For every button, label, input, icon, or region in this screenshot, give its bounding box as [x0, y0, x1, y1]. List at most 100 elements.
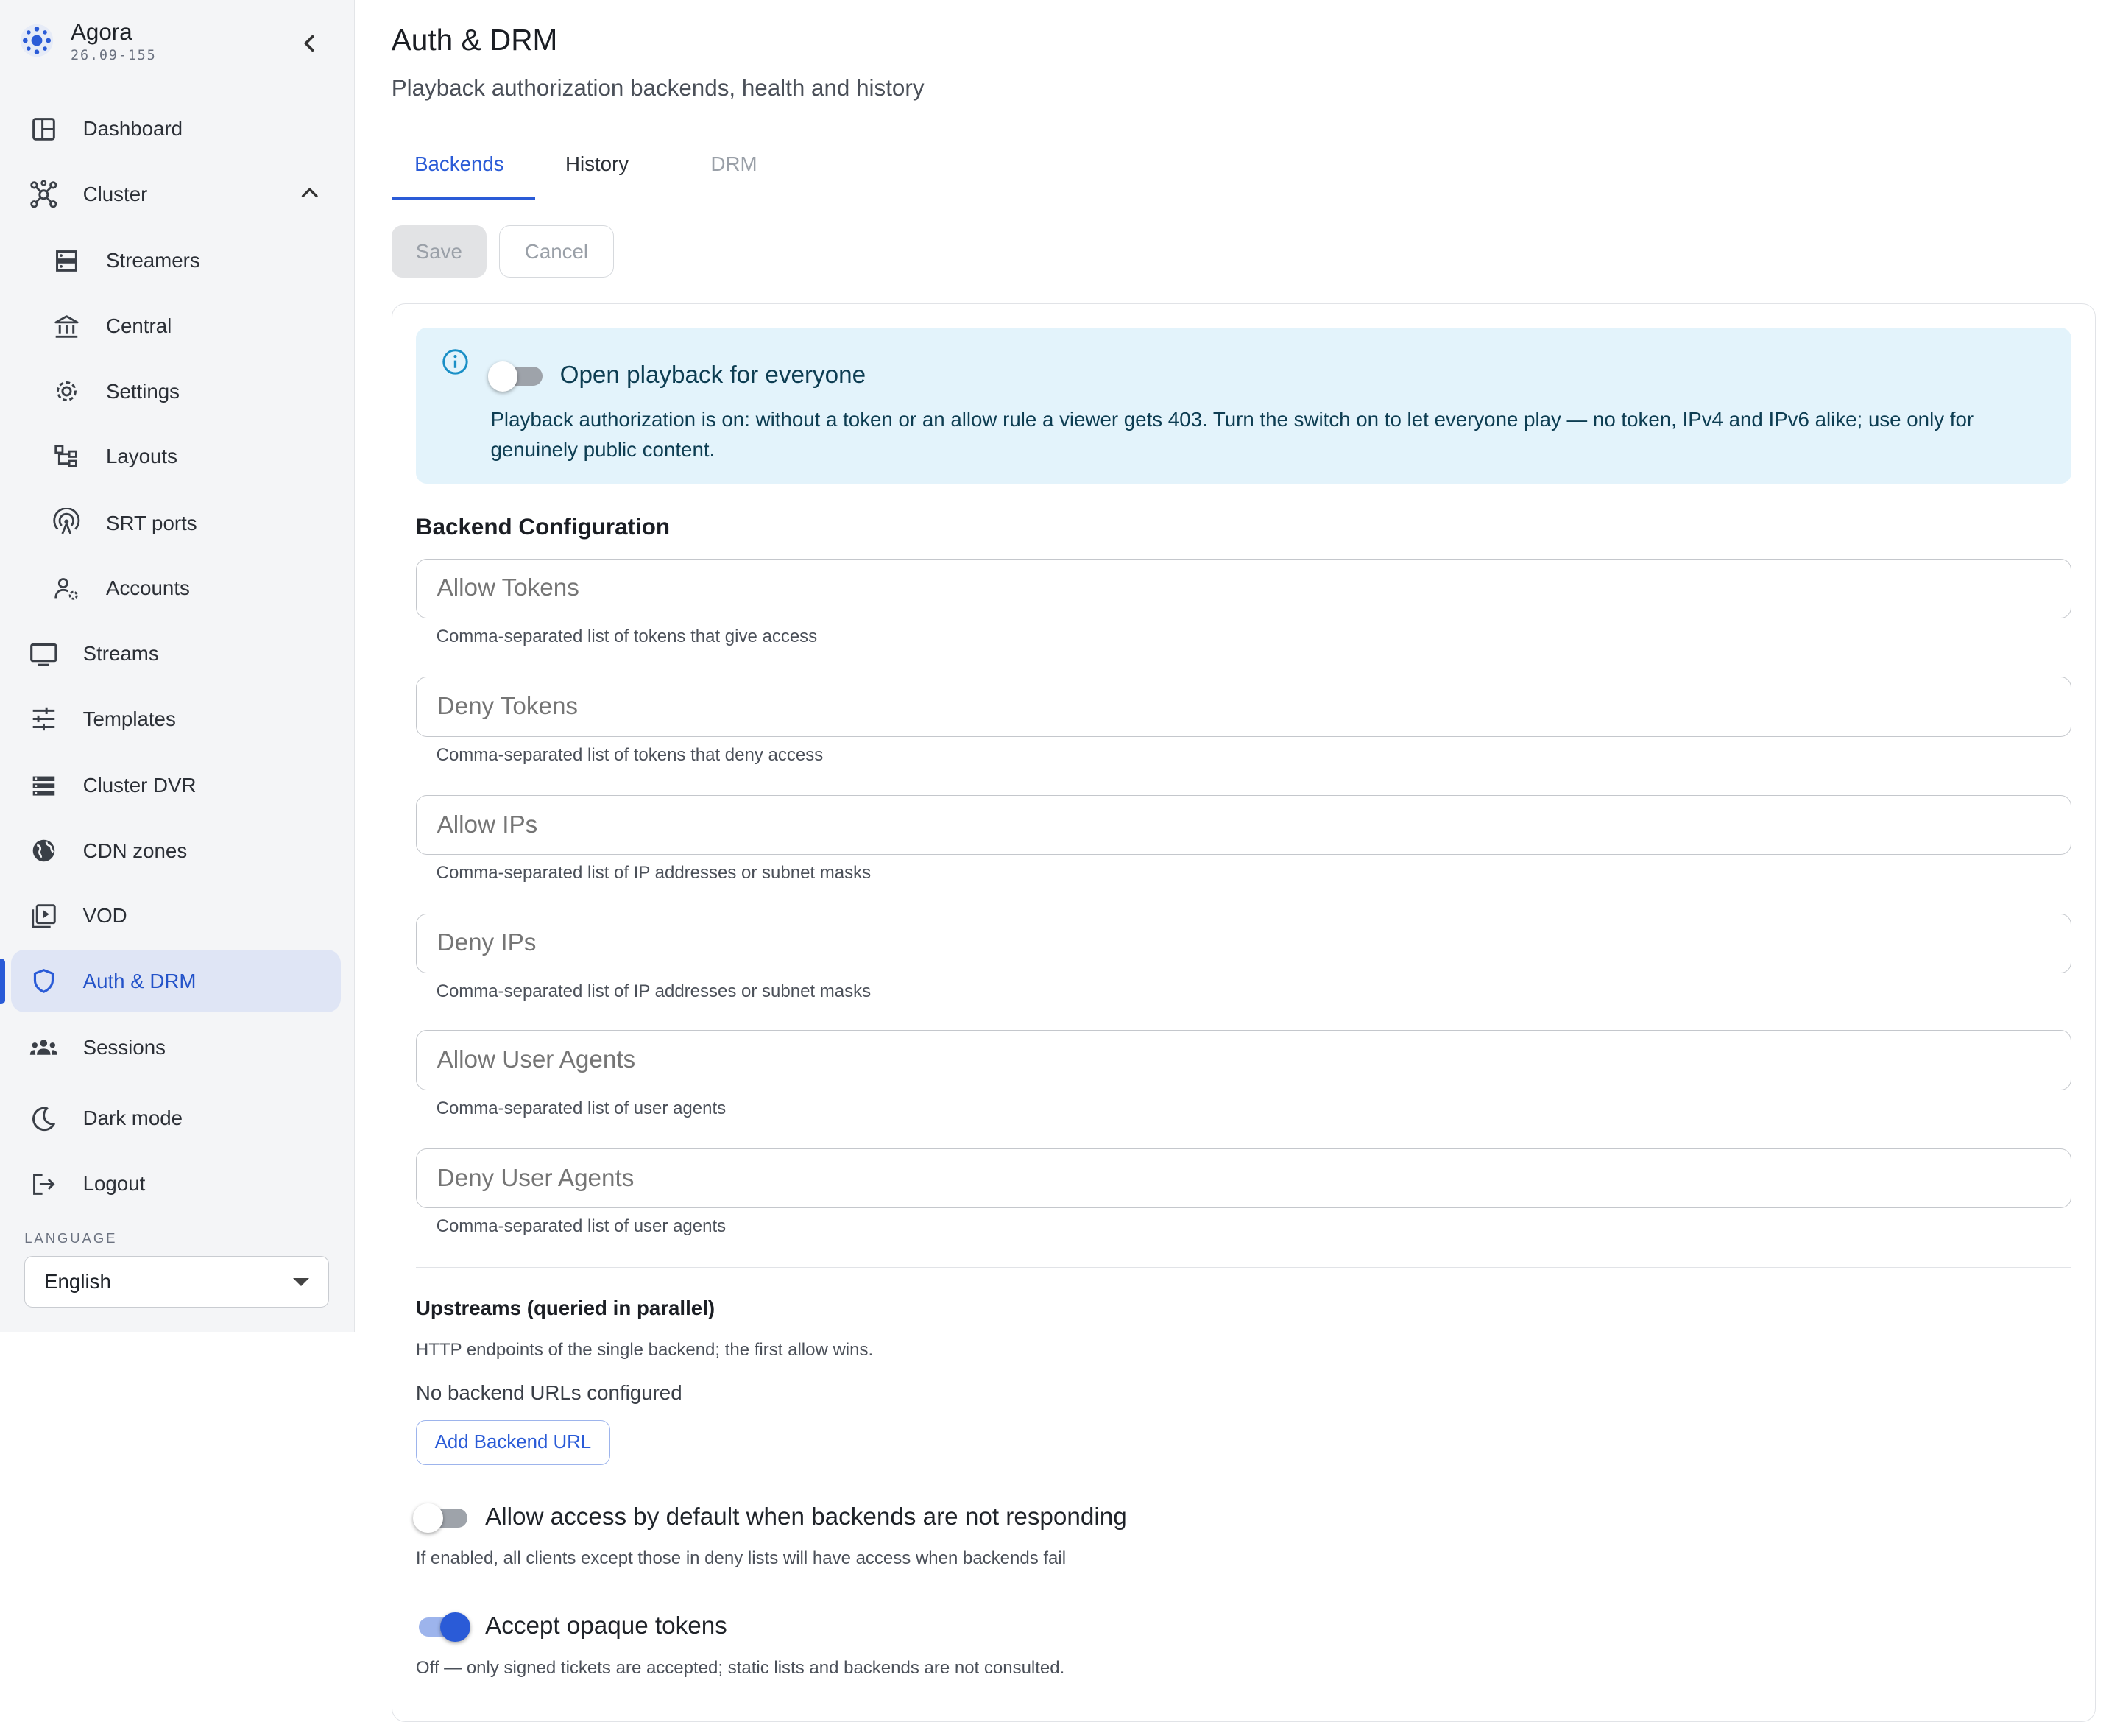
- open-playback-title: Open playback for everyone: [559, 361, 866, 389]
- logout-button[interactable]: Logout: [11, 1153, 342, 1215]
- layout-icon: [50, 440, 82, 473]
- user-gear-icon: [50, 572, 82, 604]
- sidebar-item-templates[interactable]: Templates: [11, 688, 342, 750]
- deny-user-agents-helper: Comma-separated list of user agents: [436, 1216, 727, 1237]
- deny-ips-helper: Comma-separated list of IP addresses or …: [436, 981, 872, 1001]
- gear-icon: [50, 375, 82, 408]
- allow-ips-helper: Comma-separated list of IP addresses or …: [436, 863, 872, 883]
- language-value: English: [44, 1269, 111, 1293]
- sidebar-item-layouts[interactable]: Layouts: [11, 426, 342, 488]
- globe-icon: [27, 835, 60, 867]
- app-logo-icon: [20, 24, 53, 57]
- sidebar-item-streamers[interactable]: Streamers: [11, 230, 342, 292]
- sidebar-item-vod[interactable]: VOD: [11, 885, 342, 948]
- chevron-left-icon: [304, 35, 314, 52]
- sidebar-item-label: Logout: [82, 1171, 146, 1195]
- sidebar-item-label: Layouts: [105, 445, 177, 468]
- active-indicator: [0, 958, 6, 1005]
- sidebar-item-label: Cluster DVR: [82, 774, 197, 797]
- sidebar-item-label: Templates: [82, 707, 176, 730]
- antenna-icon: [50, 507, 82, 540]
- sidebar-item-label: Streamers: [105, 249, 200, 272]
- storage-icon: [27, 769, 60, 802]
- deny-ips-input[interactable]: [415, 913, 2071, 973]
- sidebar-item-cluster[interactable]: Cluster: [11, 163, 342, 226]
- sidebar-item-label: Central: [105, 314, 172, 338]
- shield-icon: [27, 965, 60, 998]
- sidebar-item-settings[interactable]: Settings: [11, 360, 342, 423]
- dropdown-caret-icon: [292, 1278, 309, 1287]
- allow-tokens-input[interactable]: [415, 558, 2071, 618]
- moon-icon: [27, 1102, 60, 1135]
- sidebar-item-label: Settings: [105, 379, 180, 403]
- deny-tokens-helper: Comma-separated list of tokens that deny…: [436, 744, 824, 765]
- sidebar-item-central[interactable]: Central: [11, 295, 342, 358]
- allow-default-label: Allow access by default when backends ar…: [485, 1503, 1127, 1531]
- allow-user-agents-helper: Comma-separated list of user agents: [436, 1098, 727, 1118]
- sidebar-item-dashboard[interactable]: Dashboard: [11, 98, 342, 160]
- cancel-button[interactable]: Cancel: [498, 225, 615, 278]
- app-name: Agora: [70, 18, 132, 45]
- deny-user-agents-input[interactable]: [415, 1148, 2071, 1209]
- allow-user-agents-input[interactable]: [415, 1030, 2071, 1090]
- sidebar-item-label: CDN zones: [82, 839, 188, 862]
- monitor-icon: [27, 638, 60, 670]
- backend-config-heading: Backend Configuration: [415, 513, 671, 540]
- bank-icon: [50, 310, 82, 342]
- tab-drm[interactable]: DRM: [711, 152, 757, 201]
- upstreams-empty-state: No backend URLs configured: [415, 1380, 682, 1404]
- sidebar-item-streams[interactable]: Streams: [11, 623, 342, 685]
- dark-mode-toggle[interactable]: Dark mode: [11, 1087, 342, 1150]
- upstreams-heading: Upstreams (queried in parallel): [415, 1296, 716, 1320]
- collapse-sidebar-button[interactable]: [291, 24, 329, 63]
- sidebar-item-label: VOD: [82, 904, 127, 928]
- logout-icon: [27, 1168, 60, 1200]
- active-tab-indicator: [391, 197, 536, 200]
- server-icon: [50, 244, 82, 277]
- sidebar-item-cdn-zones[interactable]: CDN zones: [11, 819, 342, 882]
- allow-default-help: If enabled, all clients except those in …: [415, 1548, 1067, 1568]
- toggle-knob: [440, 1612, 470, 1643]
- sidebar-item-label: SRT ports: [105, 511, 197, 534]
- accept-opaque-tokens-toggle[interactable]: [413, 1612, 470, 1643]
- tab-history[interactable]: History: [565, 152, 629, 201]
- info-icon: [442, 348, 468, 375]
- group-icon: [27, 1031, 60, 1064]
- app-version: 26.09-155: [70, 47, 157, 63]
- upstreams-description: HTTP endpoints of the single backend; th…: [415, 1340, 874, 1361]
- sidebar-item-label: Auth & DRM: [82, 969, 197, 992]
- open-playback-description: Playback authorization is on: without a …: [490, 408, 1974, 461]
- section-divider: [415, 1266, 2071, 1269]
- sidebar-item-label: Dark mode: [82, 1107, 183, 1130]
- brand: Agora 26.09-155: [19, 19, 332, 68]
- toggle-knob: [413, 1503, 443, 1534]
- save-button[interactable]: Save: [391, 225, 487, 278]
- allow-tokens-helper: Comma-separated list of tokens that give…: [436, 627, 818, 647]
- accept-opaque-tokens-help: Off — only signed tickets are accepted; …: [415, 1658, 1065, 1679]
- toggle-knob: [487, 361, 518, 392]
- allow-ips-input[interactable]: [415, 795, 2071, 855]
- sidebar-item-auth-drm[interactable]: Auth & DRM: [10, 950, 342, 1013]
- cluster-icon: [27, 178, 60, 211]
- deny-tokens-input[interactable]: [415, 677, 2071, 737]
- sidebar-item-label: Dashboard: [82, 117, 183, 141]
- sidebar-item-sessions[interactable]: Sessions: [11, 1017, 342, 1079]
- accept-opaque-tokens-label: Accept opaque tokens: [485, 1612, 727, 1640]
- sidebar: Agora 26.09-155 Dashboard Cluster Stream…: [0, 0, 355, 1333]
- sidebar-item-label: Streams: [82, 641, 159, 665]
- dashboard-icon: [27, 113, 60, 145]
- tab-backends[interactable]: Backends: [414, 152, 504, 201]
- sidebar-item-accounts[interactable]: Accounts: [11, 557, 342, 620]
- chevron-up-icon: [302, 188, 318, 198]
- sidebar-item-cluster-dvr[interactable]: Cluster DVR: [11, 755, 342, 817]
- allow-default-toggle[interactable]: [413, 1503, 468, 1534]
- page-subtitle: Playback authorization backends, health …: [391, 74, 925, 101]
- language-label: LANGUAGE: [24, 1229, 118, 1246]
- add-backend-url-button[interactable]: Add Backend URL: [415, 1420, 610, 1466]
- open-playback-toggle[interactable]: [487, 361, 543, 392]
- page-title: Auth & DRM: [391, 23, 558, 57]
- sidebar-item-srt-ports[interactable]: SRT ports: [11, 492, 342, 554]
- sliders-icon: [27, 702, 60, 735]
- language-select[interactable]: English: [24, 1255, 329, 1308]
- video-library-icon: [27, 900, 60, 932]
